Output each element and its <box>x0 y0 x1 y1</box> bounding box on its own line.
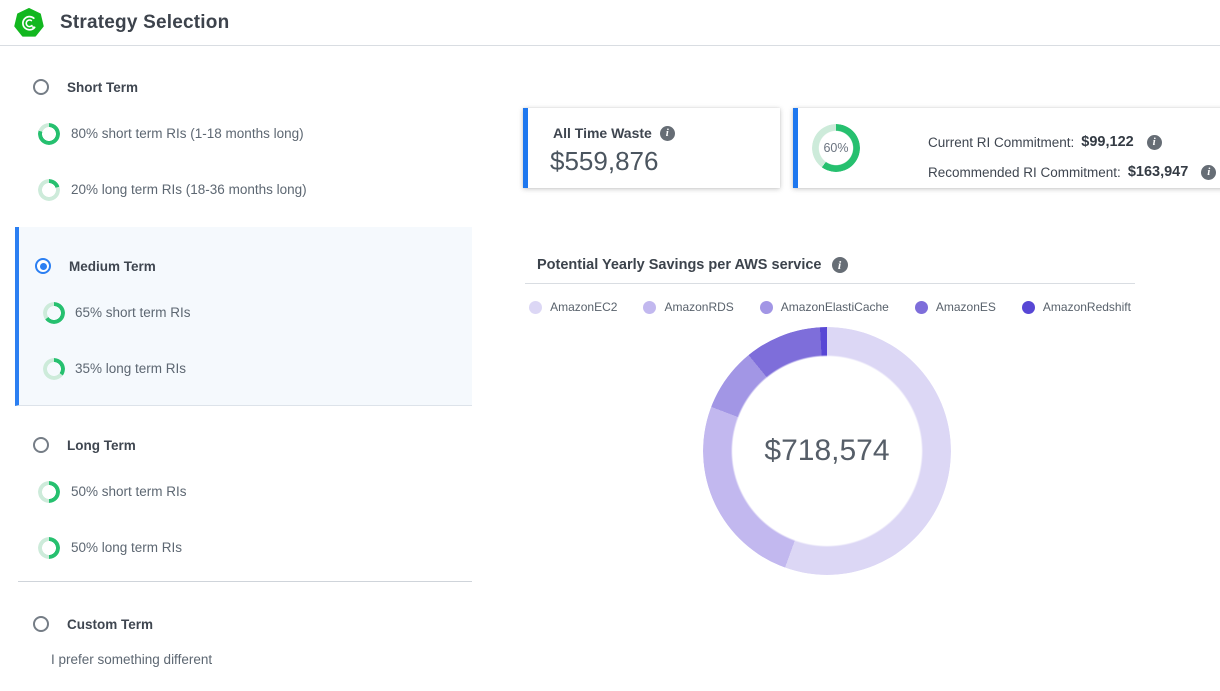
allocation-ring-50-percent-short <box>38 481 60 503</box>
option-label-medium-term: Medium Term <box>69 258 156 276</box>
allocation-label: 65% short term RIs <box>75 302 191 324</box>
legend-dot-icon <box>529 301 542 314</box>
allocation-ring-20-percent <box>38 179 60 201</box>
legend-item-AmazonElastiCache[interactable]: AmazonElastiCache <box>760 300 889 314</box>
ri-commitment-card: 60% Current RI Commitment: $99,122 i Rec… <box>793 108 1220 188</box>
all-time-waste-label: All Time Waste <box>553 125 652 141</box>
allocation-label: 20% long term RIs (18-36 months long) <box>71 179 307 201</box>
current-commitment-value: $99,122 <box>1081 134 1133 150</box>
allocation-ring-50-percent-long <box>38 537 60 559</box>
allocation-ring-35-percent <box>43 358 65 380</box>
page-header: Strategy Selection <box>0 0 1220 46</box>
allocation-row: 50% short term RIs <box>0 481 490 503</box>
info-icon[interactable]: i <box>1147 135 1162 150</box>
allocation-row: 80% short term RIs (1-18 months long) <box>0 123 490 145</box>
radio-option-short-term[interactable]: Short Term <box>0 79 490 97</box>
legend-label: AmazonEC2 <box>550 300 617 314</box>
chart-legend: AmazonEC2 AmazonRDS AmazonElastiCache Amazo… <box>525 300 1135 314</box>
radio-short-term[interactable] <box>33 79 49 95</box>
all-time-waste-card: All Time Waste i $559,876 <box>523 108 780 188</box>
custom-term-description: I prefer something different <box>51 649 212 671</box>
legend-dot-icon <box>1022 301 1035 314</box>
page-title: Strategy Selection <box>60 12 229 34</box>
radio-option-long-term[interactable]: Long Term <box>0 437 490 455</box>
sidebar-divider <box>18 581 472 582</box>
legend-item-AmazonEC2[interactable]: AmazonEC2 <box>529 300 617 314</box>
allocation-label: 80% short term RIs (1-18 months long) <box>71 123 304 145</box>
option-label-short-term: Short Term <box>67 79 138 97</box>
allocation-label: 50% short term RIs <box>71 481 187 503</box>
legend-item-AmazonRedshift[interactable]: AmazonRedshift <box>1022 300 1131 314</box>
legend-item-AmazonRDS[interactable]: AmazonRDS <box>643 300 733 314</box>
allocation-label: 50% long term RIs <box>71 537 182 559</box>
radio-medium-term[interactable] <box>35 258 51 274</box>
selected-option-panel-medium-term[interactable]: Medium Term 65% short term RIs 35% long … <box>15 227 472 406</box>
strategy-selection-page: Strategy Selection Short Term 80% short … <box>0 0 1220 691</box>
allocation-row: 35% long term RIs <box>19 358 469 380</box>
recommended-commitment-label: Recommended RI Commitment: <box>928 165 1121 180</box>
allocation-ring-65-percent <box>43 302 65 324</box>
chart-divider <box>525 283 1135 284</box>
option-label-long-term: Long Term <box>67 437 136 455</box>
info-icon[interactable]: i <box>832 257 848 273</box>
allocation-ring-80-percent <box>38 123 60 145</box>
recommended-commitment-value: $163,947 <box>1128 164 1188 180</box>
radio-option-medium-term[interactable]: Medium Term <box>19 258 469 276</box>
allocation-row: 50% long term RIs <box>0 537 490 559</box>
radio-long-term[interactable] <box>33 437 49 453</box>
legend-item-AmazonES[interactable]: AmazonES <box>915 300 996 314</box>
legend-label: AmazonElastiCache <box>781 300 889 314</box>
legend-label: AmazonRedshift <box>1043 300 1131 314</box>
current-commitment-label: Current RI Commitment: <box>928 135 1074 150</box>
legend-dot-icon <box>915 301 928 314</box>
legend-dot-icon <box>760 301 773 314</box>
donut-center-total: $718,574 <box>703 327 951 575</box>
radio-option-custom-term[interactable]: Custom Term <box>0 616 490 634</box>
chart-title: Potential Yearly Savings per AWS service <box>537 257 822 273</box>
app-logo-icon <box>14 8 44 38</box>
radio-custom-term[interactable] <box>33 616 49 632</box>
legend-dot-icon <box>643 301 656 314</box>
allocation-label: 35% long term RIs <box>75 358 186 380</box>
all-time-waste-value: $559,876 <box>550 146 658 177</box>
allocation-row: 20% long term RIs (18-36 months long) <box>0 179 490 201</box>
info-icon[interactable]: i <box>1201 165 1216 180</box>
current-commitment-row: Current RI Commitment: $99,122 i <box>928 134 1162 150</box>
option-label-custom-term: Custom Term <box>67 616 153 634</box>
legend-label: AmazonRDS <box>664 300 733 314</box>
legend-label: AmazonES <box>936 300 996 314</box>
chart-header: Potential Yearly Savings per AWS service… <box>537 257 848 273</box>
recommended-commitment-row: Recommended RI Commitment: $163,947 i <box>928 164 1216 180</box>
allocation-row: 65% short term RIs <box>19 302 469 324</box>
info-icon[interactable]: i <box>660 126 675 141</box>
commitment-gauge-percent: 60% <box>812 124 860 172</box>
